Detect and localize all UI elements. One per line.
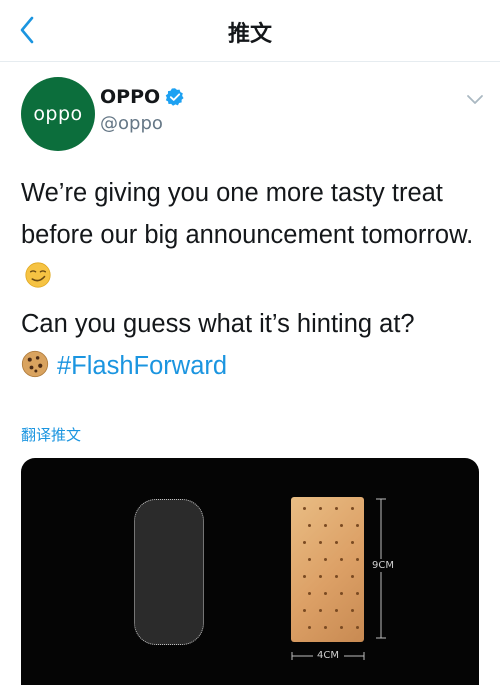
page-title: 推文: [227, 22, 272, 47]
author-name[interactable]: OPPO: [100, 86, 160, 108]
tweet-media-image[interactable]: 9CM 4CM: [21, 458, 479, 685]
translate-tweet-link[interactable]: 翻译推文: [21, 424, 81, 445]
width-label: 4CM: [317, 650, 339, 661]
avatar-logo-text: oppo: [33, 103, 83, 125]
hashtag-link[interactable]: #FlashForward: [57, 352, 227, 380]
tweet-paragraph-2: Can you guess what it’s hinting at? #Fla…: [21, 303, 483, 387]
avatar[interactable]: oppo: [21, 77, 95, 151]
tweet-text: We’re giving you one more tasty treat be…: [21, 172, 483, 387]
smirking-face-icon: [25, 262, 51, 288]
tweet-paragraph-1: We’re giving you one more tasty treat be…: [21, 172, 483, 298]
author-name-row: OPPO: [100, 86, 185, 108]
tweet-line-2: Can you guess what it’s hinting at?: [21, 310, 415, 338]
tweet-line-1: We’re giving you one more tasty treat be…: [21, 179, 474, 249]
height-label: 9CM: [372, 559, 394, 572]
cookie-icon: [21, 350, 49, 378]
chevron-down-icon[interactable]: [466, 93, 484, 107]
top-nav-bar: 推文: [0, 0, 500, 62]
author-handle[interactable]: @oppo: [100, 113, 163, 134]
height-dimension-line: [291, 498, 386, 660]
verified-badge-icon: [165, 88, 184, 106]
